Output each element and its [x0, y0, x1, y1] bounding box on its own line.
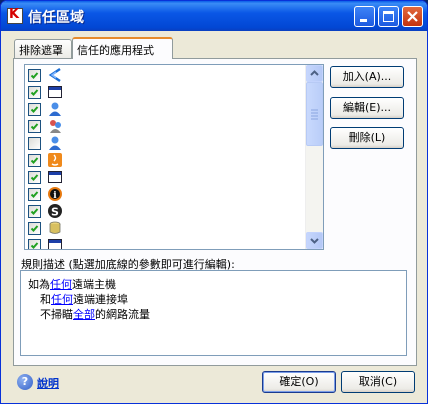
app-checkbox[interactable] — [28, 171, 41, 184]
app-checkbox[interactable] — [28, 222, 41, 235]
list-scrollbar[interactable] — [305, 65, 323, 249]
info-icon: i — [48, 187, 62, 201]
list-item[interactable] — [25, 169, 305, 186]
list-item[interactable] — [25, 118, 305, 135]
app-checkbox[interactable] — [28, 188, 41, 201]
java-icon — [48, 153, 62, 167]
title-bar[interactable]: K 信任區域 — [1, 1, 427, 31]
list-item[interactable] — [25, 152, 305, 169]
help-link[interactable]: 說明 — [37, 375, 59, 391]
list-item[interactable] — [25, 84, 305, 101]
database-icon — [49, 221, 61, 234]
cancel-button[interactable]: 取消(C) — [341, 371, 415, 393]
window-app-icon — [48, 239, 62, 249]
scroll-down-button[interactable] — [306, 232, 323, 249]
delete-button[interactable]: 刪除(L) — [330, 127, 404, 149]
kaspersky-k-icon: K — [7, 7, 23, 24]
maximize-icon — [383, 11, 394, 22]
app-checkbox[interactable] — [28, 69, 41, 82]
minimize-icon — [360, 19, 367, 22]
rule-line: 如為任何遠端主機 — [28, 278, 116, 291]
list-item[interactable]: S — [25, 203, 305, 220]
list-item[interactable] — [25, 220, 305, 237]
app-checkbox[interactable] — [28, 137, 41, 150]
list-item[interactable] — [25, 67, 305, 84]
list-item[interactable]: i — [25, 186, 305, 203]
user-icon — [49, 102, 61, 116]
svg-text:S: S — [51, 206, 59, 219]
grip-icon — [311, 109, 318, 120]
window-app-icon — [48, 171, 62, 183]
scroll-up-arrow-icon — [310, 70, 319, 76]
app-checkbox[interactable] — [28, 103, 41, 116]
scroll-down-arrow-icon — [310, 238, 319, 244]
user-group-icon — [50, 120, 61, 133]
close-icon — [407, 11, 418, 22]
add-button[interactable]: 加入(A)... — [330, 66, 404, 88]
blue-arrow-icon — [48, 67, 61, 83]
remote-port-link[interactable]: 任何 — [51, 293, 73, 306]
app-checkbox[interactable] — [28, 86, 41, 99]
app-checkbox[interactable] — [28, 120, 41, 133]
app-checkbox[interactable] — [28, 205, 41, 218]
svg-text:i: i — [53, 191, 57, 201]
list-item[interactable] — [25, 135, 305, 152]
close-button[interactable] — [402, 6, 423, 27]
tab-trusted-applications[interactable]: 信任的應用程式 — [72, 37, 173, 59]
window-app-icon — [48, 86, 62, 98]
rule-description-box: 如為任何遠端主機 和任何遠端連接埠 不掃瞄全部的網路流量 — [20, 270, 407, 356]
scroll-thumb[interactable] — [306, 82, 323, 146]
app-checkbox[interactable] — [28, 154, 41, 167]
list-item[interactable] — [25, 101, 305, 118]
list-item[interactable] — [25, 237, 305, 249]
trusted-app-list[interactable]: i S — [24, 64, 324, 250]
maximize-button[interactable] — [378, 6, 399, 27]
user-icon — [49, 136, 61, 150]
ok-button[interactable]: 確定(O) — [262, 371, 336, 393]
minimize-button[interactable] — [354, 6, 375, 27]
rule-line: 和任何遠端連接埠 — [40, 293, 128, 306]
edit-button[interactable]: 編輯(E)... — [330, 97, 404, 119]
remote-host-link[interactable]: 任何 — [50, 278, 72, 291]
rule-line: 不掃瞄全部的網路流量 — [40, 308, 150, 321]
app-checkbox[interactable] — [28, 239, 41, 249]
s-logo-icon: S — [48, 204, 62, 219]
window-title: 信任區域 — [28, 10, 84, 26]
traffic-scope-link[interactable]: 全部 — [73, 308, 95, 321]
scroll-up-button[interactable] — [306, 65, 323, 82]
help-icon[interactable]: ? — [17, 374, 33, 390]
tab-exclusion-masks[interactable]: 排除遮罩 — [14, 39, 72, 58]
